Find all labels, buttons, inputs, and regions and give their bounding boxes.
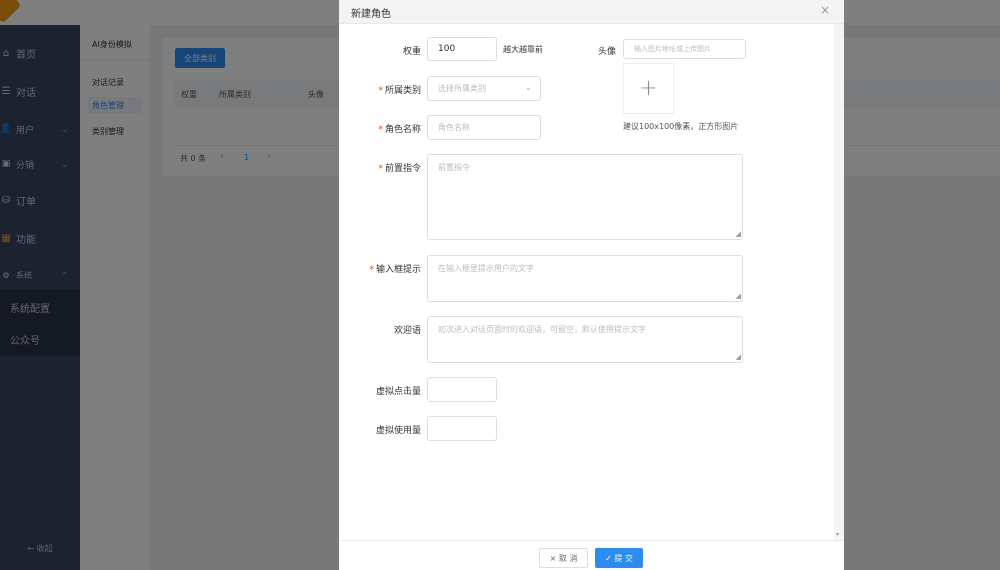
- virtual-uses-input[interactable]: [427, 416, 497, 441]
- plus-icon: +: [639, 76, 658, 101]
- new-role-dialog: 新建角色 × 权重 100 越大越靠前 头像 输入图片地址或上传图片 + 建议1…: [339, 0, 844, 570]
- placeholder: 初次进入对话页面时的欢迎语，可留空，默认使用提示文字: [438, 325, 646, 334]
- welcome-textarea[interactable]: 初次进入对话页面时的欢迎语，可留空，默认使用提示文字 ◢: [427, 316, 743, 363]
- category-select[interactable]: 选择所属类别 ⌄: [427, 76, 541, 101]
- required-mark: *: [378, 86, 383, 96]
- resize-handle[interactable]: ◢: [736, 353, 741, 361]
- resize-handle[interactable]: ◢: [736, 292, 741, 300]
- scroll-down-icon[interactable]: ▾: [836, 531, 839, 538]
- placeholder: 在输入框里提示用户的文字: [438, 264, 534, 273]
- prompt-label: * 前置指令: [341, 161, 421, 174]
- label-text: 所属类别: [384, 86, 421, 96]
- dialog-footer: × 取 消 ✓ 提 交: [339, 540, 844, 570]
- category-label: * 所属类别: [341, 83, 421, 96]
- required-mark: *: [378, 125, 383, 135]
- close-icon[interactable]: ×: [820, 3, 830, 17]
- label-text: 角色名称: [384, 125, 421, 135]
- weight-label: 权重: [402, 47, 421, 57]
- name-label: * 角色名称: [341, 122, 421, 135]
- virtual-clicks-label: 虚拟点击量: [375, 387, 421, 397]
- scrollbar[interactable]: ▾: [834, 24, 844, 540]
- upload-button[interactable]: +: [623, 63, 674, 114]
- prompt-textarea[interactable]: 前置指令 ◢: [427, 154, 743, 240]
- placeholder: 选择所属类别: [438, 84, 486, 93]
- dialog-title: 新建角色: [351, 9, 391, 20]
- weight-hint: 越大越靠前: [503, 45, 543, 54]
- input-hint-textarea[interactable]: 在输入框里提示用户的文字 ◢: [427, 255, 743, 302]
- dialog-header: 新建角色 ×: [339, 0, 844, 24]
- name-input[interactable]: 角色名称: [427, 115, 541, 140]
- avatar-url-input[interactable]: 输入图片地址或上传图片: [623, 39, 746, 59]
- chevron-down-icon: ⌄: [525, 83, 532, 92]
- submit-button[interactable]: ✓ 提 交: [595, 548, 643, 568]
- welcome-label: 欢迎语: [393, 326, 421, 336]
- avatar-hint: 建议100x100像素，正方形图片: [623, 122, 739, 131]
- placeholder: 前置指令: [438, 163, 470, 172]
- resize-handle[interactable]: ◢: [736, 230, 741, 238]
- required-mark: *: [369, 265, 374, 275]
- required-mark: *: [378, 164, 383, 174]
- weight-input[interactable]: 100: [427, 37, 497, 61]
- avatar-label: 头像: [598, 47, 617, 57]
- cancel-button[interactable]: × 取 消: [539, 548, 588, 568]
- input-hint-label: * 输入框提示: [341, 262, 421, 275]
- virtual-uses-label: 虚拟使用量: [375, 426, 421, 436]
- label-text: 输入框提示: [375, 265, 421, 275]
- virtual-clicks-input[interactable]: [427, 377, 497, 402]
- label-text: 前置指令: [384, 164, 421, 174]
